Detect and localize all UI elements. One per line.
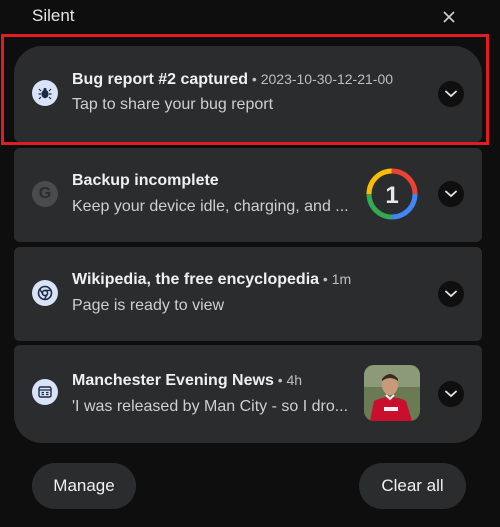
google-one-logo: 1	[364, 166, 420, 222]
notification-shade: Silent Bug report #2 captured • 2023-10-…	[0, 0, 500, 527]
expand-button[interactable]	[438, 281, 464, 307]
notification-title-line: Backup incomplete	[72, 172, 219, 190]
chrome-icon	[32, 280, 58, 306]
google-g-icon: G	[32, 181, 58, 207]
notification-title: Wikipedia, the free encyclopedia	[72, 271, 320, 288]
bug-icon	[32, 80, 58, 106]
chevron-down-icon	[445, 90, 457, 98]
expand-button[interactable]	[438, 81, 464, 107]
notification-body: 'I was released by Man City - so I dro..…	[72, 398, 349, 415]
notification-body: Tap to share your bug report	[72, 96, 274, 113]
notification-body: Page is ready to view	[72, 297, 225, 314]
notification-title: Manchester Evening News	[72, 372, 274, 389]
notification-backup[interactable]: G Backup incomplete Keep your device idl…	[14, 148, 482, 242]
notification-body: Keep your device idle, charging, and ...	[72, 198, 349, 215]
close-button[interactable]	[438, 6, 460, 28]
notification-news[interactable]: Manchester Evening News • 4h 'I was rele…	[14, 345, 482, 443]
notification-timestamp: • 1m	[319, 271, 352, 287]
clear-all-button[interactable]: Clear all	[359, 463, 466, 509]
expand-button[interactable]	[438, 381, 464, 407]
close-icon	[443, 11, 455, 23]
notification-timestamp: • 4h	[273, 372, 303, 388]
chevron-down-icon	[445, 190, 457, 198]
google-one-digit: 1	[385, 182, 398, 209]
notification-title-line: Bug report #2 captured • 2023-10-30-12-2…	[72, 71, 393, 89]
chevron-down-icon	[445, 390, 457, 398]
notification-title: Bug report #2 captured	[72, 71, 249, 88]
notification-title: Backup incomplete	[72, 172, 219, 189]
expand-button[interactable]	[438, 181, 464, 207]
notification-bug-report[interactable]: Bug report #2 captured • 2023-10-30-12-2…	[14, 46, 482, 142]
news-icon	[32, 379, 58, 405]
football-player-photo	[364, 365, 420, 421]
manage-button[interactable]: Manage	[32, 463, 136, 509]
chevron-down-icon	[445, 290, 457, 298]
notification-chrome[interactable]: Wikipedia, the free encyclopedia • 1m Pa…	[14, 247, 482, 341]
notification-title-line: Manchester Evening News • 4h	[72, 372, 302, 390]
notification-timestamp: • 2023-10-30-12-21-00	[248, 71, 394, 87]
section-title: Silent	[32, 6, 75, 25]
notification-title-line: Wikipedia, the free encyclopedia • 1m	[72, 271, 351, 289]
